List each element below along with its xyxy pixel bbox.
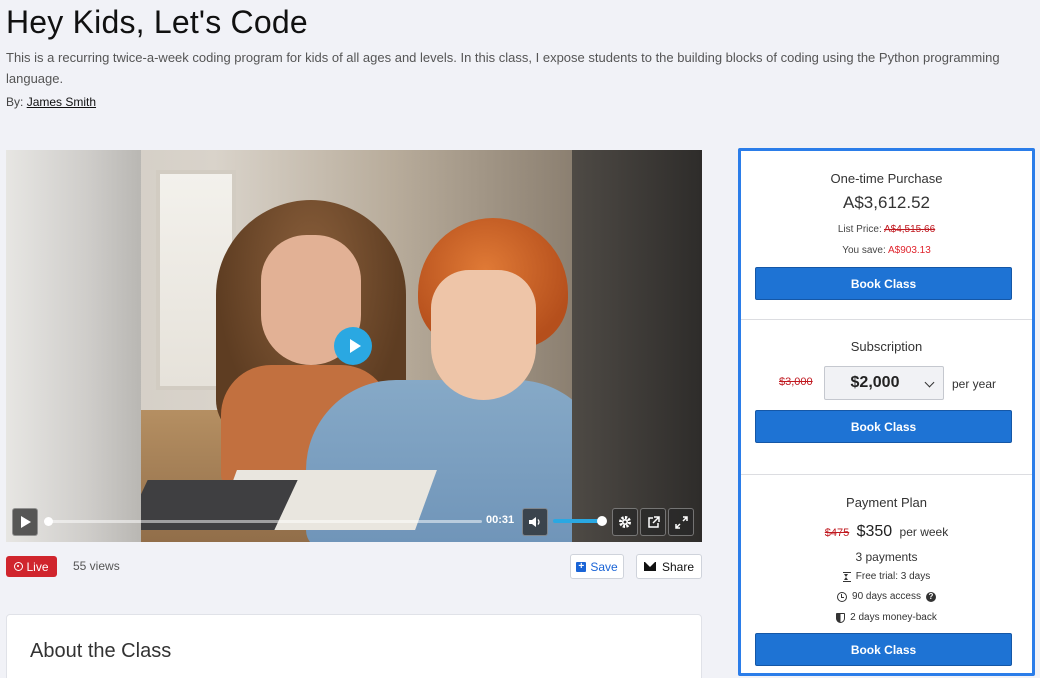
subscription-selected-price: $2,000: [850, 374, 900, 391]
pricing-panel: One-time Purchase A$3,612.52 List Price:…: [738, 148, 1035, 676]
clock-icon: [837, 591, 848, 602]
fullscreen-icon[interactable]: [668, 508, 694, 536]
seek-bar[interactable]: [44, 517, 482, 526]
subscription-title: Subscription: [850, 339, 923, 354]
money-back-line: 2 days money-back: [741, 612, 1032, 623]
payment-plan-price: $350: [856, 523, 893, 540]
help-icon[interactable]: ?: [925, 591, 936, 602]
live-badge: Live: [6, 556, 57, 577]
play-icon[interactable]: [12, 508, 38, 536]
video-player[interactable]: 00:31: [6, 150, 702, 542]
about-section: About the Class: [6, 614, 702, 678]
payment-plan-price-row: $475 $350 per week: [741, 523, 1032, 541]
current-time: 00:31: [486, 514, 515, 526]
book-class-button-payment-plan[interactable]: Book Class: [755, 633, 1012, 666]
gear-icon[interactable]: [612, 508, 638, 536]
free-trial-line: Free trial: 3 days: [741, 571, 1032, 582]
list-price-line: List Price: A$4,515.66: [741, 224, 1032, 235]
payment-plan-section: Payment Plan $475 $350 per week 3 paymen…: [741, 475, 1032, 676]
one-time-purchase-section: One-time Purchase A$3,612.52 List Price:…: [741, 151, 1032, 320]
seek-handle[interactable]: [44, 517, 53, 526]
live-label: Live: [26, 559, 49, 574]
chevron-down-icon: [924, 377, 935, 388]
share-button[interactable]: Share: [636, 554, 702, 579]
author-line: By: James Smith: [6, 95, 96, 109]
you-save-value: A$903.13: [887, 245, 931, 256]
payment-count: 3 payments: [855, 550, 918, 564]
access-line: 90 days access ?: [741, 591, 1032, 602]
volume-slider[interactable]: [553, 516, 607, 526]
one-time-title: One-time Purchase: [830, 171, 943, 186]
payment-plan-old-price: $475: [824, 527, 850, 539]
payment-plan-title: Payment Plan: [846, 495, 927, 510]
popout-icon[interactable]: [640, 508, 666, 536]
subscription-old-price: $3,000: [779, 376, 813, 388]
subscription-section: Subscription $3,000 $2,000 per year Book…: [741, 320, 1032, 475]
hourglass-icon: [842, 571, 851, 582]
share-label: Share: [661, 559, 695, 574]
save-button[interactable]: + Save: [570, 554, 624, 579]
subscription-price-select[interactable]: $2,000: [824, 366, 944, 400]
payment-plan-period: per week: [899, 525, 949, 539]
access-text: 90 days access: [852, 591, 921, 602]
page-title: Hey Kids, Let's Code: [6, 4, 308, 40]
one-time-price: A$3,612.52: [843, 193, 930, 212]
book-class-button-subscription[interactable]: Book Class: [755, 410, 1012, 443]
save-label: Save: [590, 559, 618, 574]
book-class-button-onetime[interactable]: Book Class: [755, 267, 1012, 300]
view-count: 55 views: [73, 559, 120, 573]
list-price-label: List Price:: [837, 224, 882, 235]
speaker-icon[interactable]: [522, 508, 548, 536]
you-save-label: You save:: [842, 245, 886, 256]
author-link[interactable]: James Smith: [27, 95, 96, 109]
class-description: This is a recurring twice-a-week coding …: [6, 50, 1000, 86]
envelope-icon: [643, 562, 656, 571]
big-play-button[interactable]: [334, 327, 372, 365]
subscription-period: per year: [952, 377, 997, 391]
volume-handle[interactable]: [597, 516, 607, 526]
by-label: By:: [6, 95, 24, 109]
money-back-text: 2 days money-back: [850, 612, 937, 623]
about-heading: About the Class: [30, 640, 172, 662]
free-trial-text: Free trial: 3 days: [855, 571, 931, 582]
live-dot-icon: [14, 562, 24, 571]
you-save-line: You save: A$903.13: [741, 245, 1032, 256]
plus-icon: +: [576, 561, 587, 572]
list-price-value: A$4,515.66: [883, 224, 936, 235]
shield-icon: [836, 612, 846, 623]
